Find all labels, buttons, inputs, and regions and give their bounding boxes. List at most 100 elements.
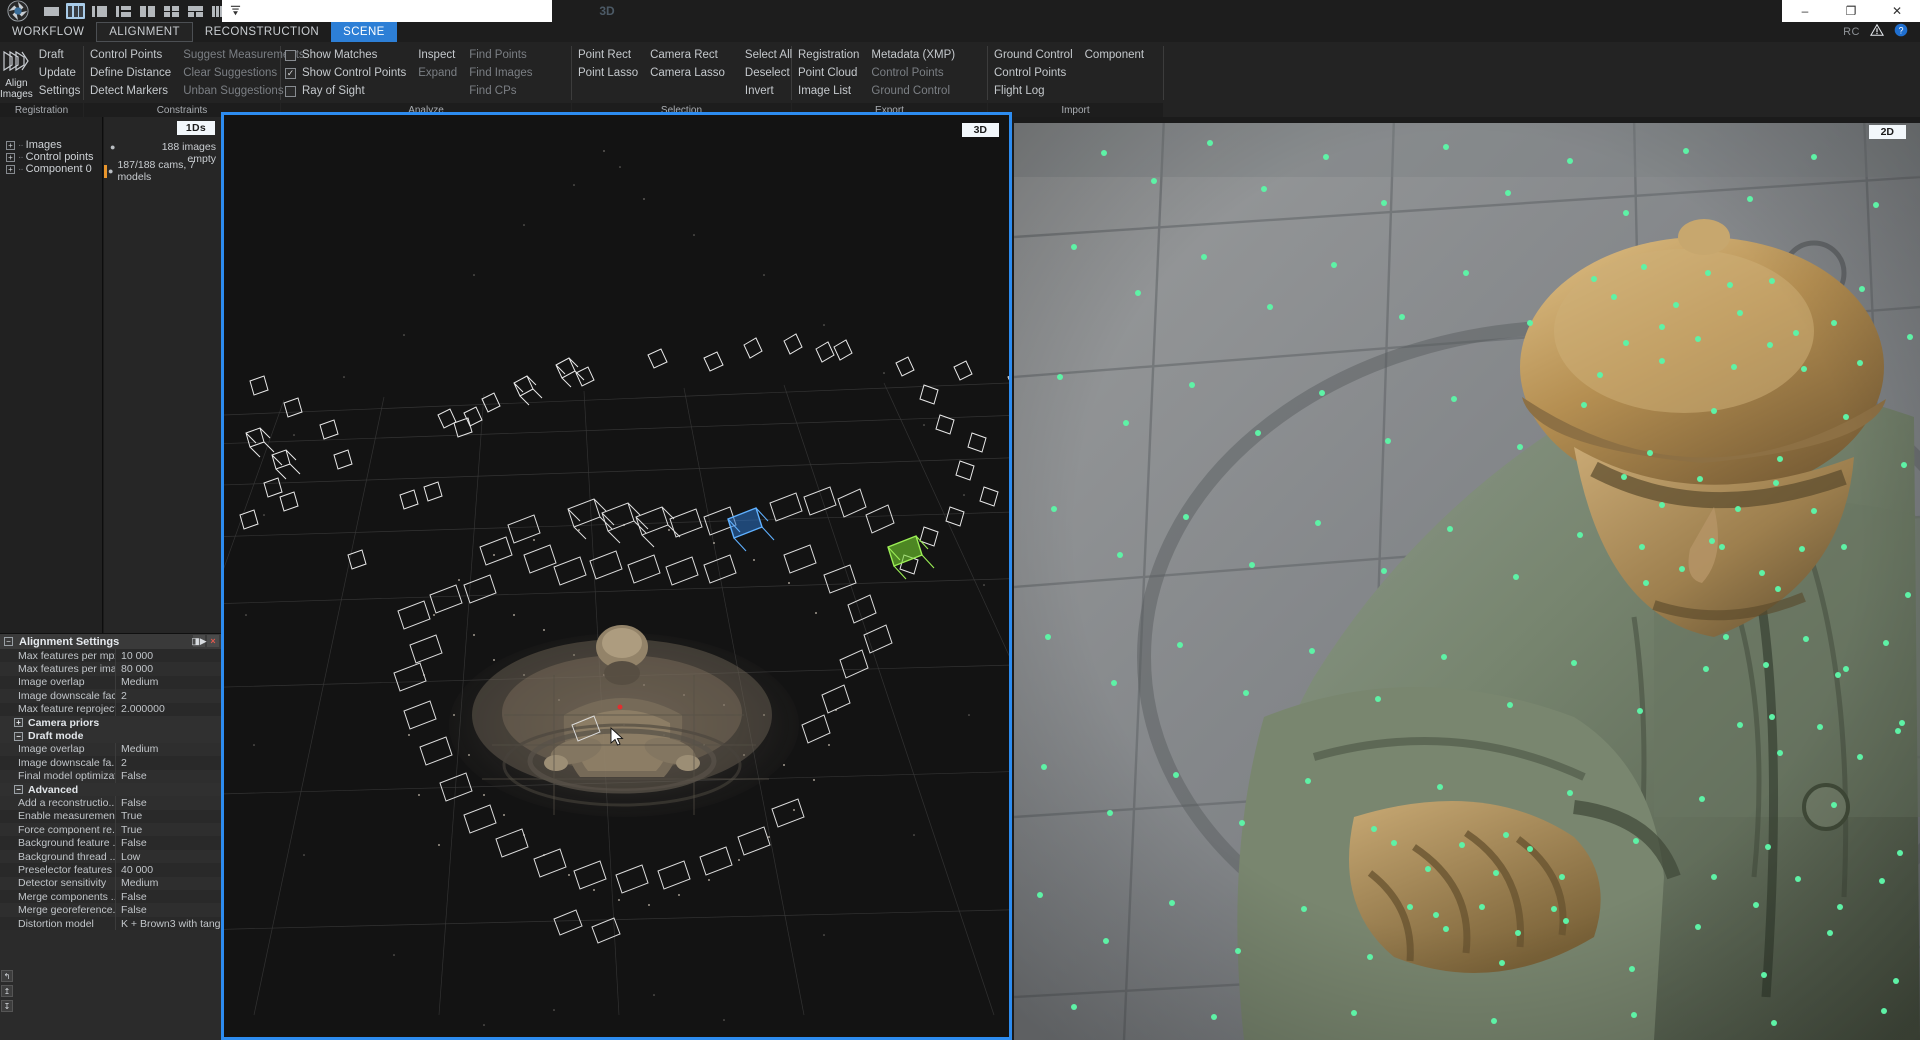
checkbox-unchecked-icon[interactable] <box>285 86 296 97</box>
tab-scene[interactable]: SCENE <box>331 22 397 42</box>
setting-row[interactable]: Add a reconstructio...False <box>0 796 221 809</box>
setting-value[interactable]: 2.000000 <box>116 703 221 716</box>
export-metadata-xmp-button[interactable]: Metadata (XMP) <box>865 46 961 64</box>
setting-row[interactable]: Background feature ...False <box>0 836 221 849</box>
collapse-all-icon[interactable]: ↧ <box>1 1000 13 1012</box>
setting-row[interactable]: Max features per image80 000 <box>0 662 221 675</box>
close-icon[interactable]: × <box>207 635 219 647</box>
settings-side-buttons[interactable]: ↰ ↥ ↧ <box>1 970 13 1012</box>
ribbon-tab-bar[interactable]: WORKFLOW ALIGNMENT RECONSTRUCTION SCENE … <box>0 22 1920 42</box>
viewport-3d-badge[interactable]: 3D <box>962 123 999 137</box>
point-rect-button[interactable]: Point Rect <box>572 46 644 64</box>
layout-left-split-button[interactable] <box>90 3 109 19</box>
control-points-button[interactable]: Control Points <box>84 46 177 64</box>
layout-quad-button[interactable] <box>162 3 181 19</box>
align-images-button[interactable]: Align Images <box>0 46 33 100</box>
setting-group-draft-mode[interactable]: − Draft mode <box>0 729 221 742</box>
setting-row[interactable]: Background thread ...Low <box>0 850 221 863</box>
import-control-points-button[interactable]: Control Points <box>988 64 1079 82</box>
setting-row[interactable]: Image overlapMedium <box>0 676 221 689</box>
close-button[interactable]: ✕ <box>1874 0 1920 22</box>
tab-alignment[interactable]: ALIGNMENT <box>96 22 193 42</box>
show-control-points-checkbox[interactable]: ✓ Show Control Points <box>281 64 412 82</box>
expand-plus-icon[interactable]: + <box>14 718 23 727</box>
setting-value[interactable]: True <box>116 823 221 836</box>
setting-value[interactable]: True <box>116 810 221 823</box>
point-lasso-button[interactable]: Point Lasso <box>572 64 644 82</box>
export-ground-control-button[interactable]: Ground Control <box>865 82 961 100</box>
export-point-cloud-button[interactable]: Point Cloud <box>792 64 865 82</box>
import-flight-log-button[interactable]: Flight Log <box>988 82 1079 100</box>
setting-value[interactable]: 2 <box>116 689 221 702</box>
setting-row[interactable]: Image downscale fa...2 <box>0 756 221 769</box>
invert-button[interactable]: Invert <box>739 82 798 100</box>
layout-single-button[interactable] <box>42 3 61 19</box>
viewport-2d-badge[interactable]: 2D <box>1869 125 1906 139</box>
setting-value[interactable]: 2 <box>116 756 221 769</box>
viewport-2d[interactable]: 2D <box>1014 117 1920 1040</box>
setting-value[interactable]: Medium <box>116 676 221 689</box>
scene-tree[interactable]: + ·· Images + ·· Control points + ·· Com… <box>0 117 102 175</box>
setting-row[interactable]: Max feature reprojectio...2.000000 <box>0 703 221 716</box>
setting-value[interactable]: Low <box>116 850 221 863</box>
tree-item-images[interactable]: + ·· Images <box>0 139 102 151</box>
expand-plus-icon[interactable]: + <box>6 165 15 174</box>
draft-button[interactable]: Draft <box>33 46 87 64</box>
setting-value[interactable]: False <box>116 890 221 903</box>
setting-row[interactable]: Distortion modelK + Brown3 with tange... <box>0 917 221 930</box>
expand-plus-icon[interactable]: + <box>6 153 15 162</box>
setting-value[interactable]: False <box>116 770 221 783</box>
setting-row[interactable]: Image downscale factor2 <box>0 689 221 702</box>
setting-row[interactable]: Merge components ...False <box>0 890 221 903</box>
tab-workflow[interactable]: WORKFLOW <box>0 22 96 42</box>
layout-bottom-split-button[interactable] <box>186 3 205 19</box>
define-distance-button[interactable]: Define Distance <box>84 64 177 82</box>
setting-row[interactable]: Max features per mpx10 000 <box>0 649 221 662</box>
setting-row[interactable]: Final model optimizat...False <box>0 770 221 783</box>
tree-item-control-points[interactable]: + ·· Control points <box>0 151 102 163</box>
window-controls[interactable]: – ❐ ✕ <box>1782 0 1920 22</box>
layout-two-pane-button[interactable] <box>138 3 157 19</box>
help-circle-icon[interactable]: ? <box>1894 23 1908 42</box>
export-registration-button[interactable]: Registration <box>792 46 865 64</box>
customize-dropdown-icon[interactable] <box>230 4 241 16</box>
import-ground-control-button[interactable]: Ground Control <box>988 46 1079 64</box>
export-control-points-button[interactable]: Control Points <box>865 64 961 82</box>
setting-value[interactable]: 80 000 <box>116 662 221 675</box>
setting-group-camera-priors[interactable]: + Camera priors <box>0 716 221 729</box>
setting-value[interactable]: 10 000 <box>116 649 221 662</box>
setting-row[interactable]: Force component re...True <box>0 823 221 836</box>
minimize-button[interactable]: – <box>1782 0 1828 22</box>
settings-button[interactable]: Settings <box>33 82 87 100</box>
checkbox-checked-icon[interactable]: ✓ <box>285 68 296 79</box>
layout-list-button[interactable] <box>114 3 133 19</box>
setting-value[interactable]: 40 000 <box>116 863 221 876</box>
ray-of-sight-checkbox[interactable]: Ray of Sight <box>281 82 412 100</box>
deselect-button[interactable]: Deselect <box>739 64 798 82</box>
tree-item-component-0[interactable]: + ·· Component 0 <box>0 163 102 175</box>
restore-icon[interactable]: ↰ <box>1 970 13 982</box>
export-image-list-button[interactable]: Image List <box>792 82 865 100</box>
collapse-minus-icon[interactable]: − <box>14 732 23 741</box>
inspect-button[interactable]: Inspect <box>412 46 463 64</box>
customize-bar[interactable] <box>222 0 552 22</box>
setting-value[interactable]: False <box>116 836 221 849</box>
setting-value[interactable]: False <box>116 796 221 809</box>
panel-header-buttons[interactable]: ◨▶ × <box>193 635 219 647</box>
find-images-button[interactable]: Find Images <box>463 64 538 82</box>
find-points-button[interactable]: Find Points <box>463 46 538 64</box>
detect-markers-button[interactable]: Detect Markers <box>84 82 177 100</box>
setting-group-advanced[interactable]: − Advanced <box>0 783 221 796</box>
expand-all-icon[interactable]: ↥ <box>1 985 13 997</box>
import-component-button[interactable]: Component <box>1079 46 1150 64</box>
camera-lasso-button[interactable]: Camera Lasso <box>644 64 731 82</box>
setting-value[interactable]: False <box>116 903 221 916</box>
setting-row[interactable]: Detector sensitivityMedium <box>0 877 221 890</box>
viewport-3d[interactable]: 3D <box>221 112 1012 1040</box>
tab-reconstruction[interactable]: RECONSTRUCTION <box>193 22 331 42</box>
setting-row[interactable]: Enable measurement...True <box>0 810 221 823</box>
checkbox-unchecked-icon[interactable] <box>285 50 296 61</box>
layout-three-col-button[interactable] <box>66 3 85 19</box>
setting-row[interactable]: Merge georeference...False <box>0 903 221 916</box>
dock-icon[interactable]: ◨▶ <box>193 635 205 647</box>
